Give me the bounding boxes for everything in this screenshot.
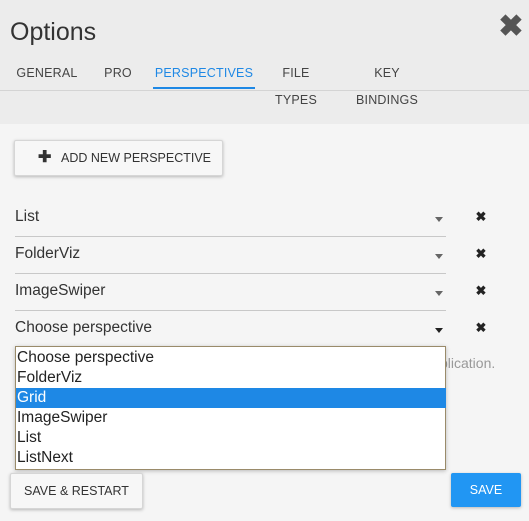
perspective-select-4[interactable]: Choose perspective [15, 311, 446, 348]
caret-down-icon [435, 254, 443, 259]
add-new-perspective-label: ADD NEW PERSPECTIVE [61, 151, 212, 165]
caret-down-icon [435, 291, 443, 296]
close-icon[interactable]: ✖ [496, 10, 526, 44]
tab-key-bindings[interactable]: KEY BINDINGS [343, 60, 431, 107]
tab-general[interactable]: GENERAL [15, 60, 79, 89]
save-and-restart-button[interactable]: SAVE & RESTART [10, 473, 143, 509]
tab-perspectives[interactable]: PERSPECTIVES [153, 60, 255, 89]
dropdown-option-grid[interactable]: Grid [16, 388, 446, 408]
perspective-select-value: ImageSwiper [15, 282, 106, 299]
caret-down-icon [435, 217, 443, 222]
perspective-select-value: Choose perspective [15, 319, 152, 336]
add-new-perspective-button[interactable]: ✚ ADD NEW PERSPECTIVE [14, 140, 223, 176]
tab-file-types[interactable]: FILE TYPES [262, 60, 330, 107]
plus-icon: ✚ [38, 149, 52, 166]
dialog-title: Options [10, 18, 97, 46]
dropdown-option-folderviz[interactable]: FolderViz [16, 368, 446, 388]
dropdown-option-imageswiper[interactable]: ImageSwiper [16, 408, 446, 428]
tab-pro[interactable]: PRO [100, 60, 136, 89]
caret-down-icon [435, 328, 443, 333]
perspective-select-2[interactable]: FolderViz [15, 237, 446, 274]
perspective-dropdown-list[interactable]: Choose perspective FolderViz Grid ImageS… [15, 346, 446, 470]
tab-bar: GENERAL PRO PERSPECTIVES FILE TYPES KEY … [0, 60, 529, 107]
hint-text: plication. [440, 355, 496, 371]
dropdown-option-list[interactable]: List [16, 428, 446, 448]
remove-perspective-3-icon[interactable]: ✖ [472, 282, 490, 300]
remove-perspective-4-icon[interactable]: ✖ [472, 319, 490, 337]
perspective-select-1[interactable]: List [15, 200, 446, 237]
save-button[interactable]: SAVE [451, 473, 521, 507]
perspective-select-value: FolderViz [15, 245, 81, 262]
perspective-select-3[interactable]: ImageSwiper [15, 274, 446, 311]
perspective-select-value: List [15, 208, 40, 225]
remove-perspective-1-icon[interactable]: ✖ [472, 208, 490, 226]
dropdown-option-choose-perspective[interactable]: Choose perspective [16, 348, 446, 368]
remove-perspective-2-icon[interactable]: ✖ [472, 245, 490, 263]
dropdown-option-listnext[interactable]: ListNext [16, 448, 446, 468]
